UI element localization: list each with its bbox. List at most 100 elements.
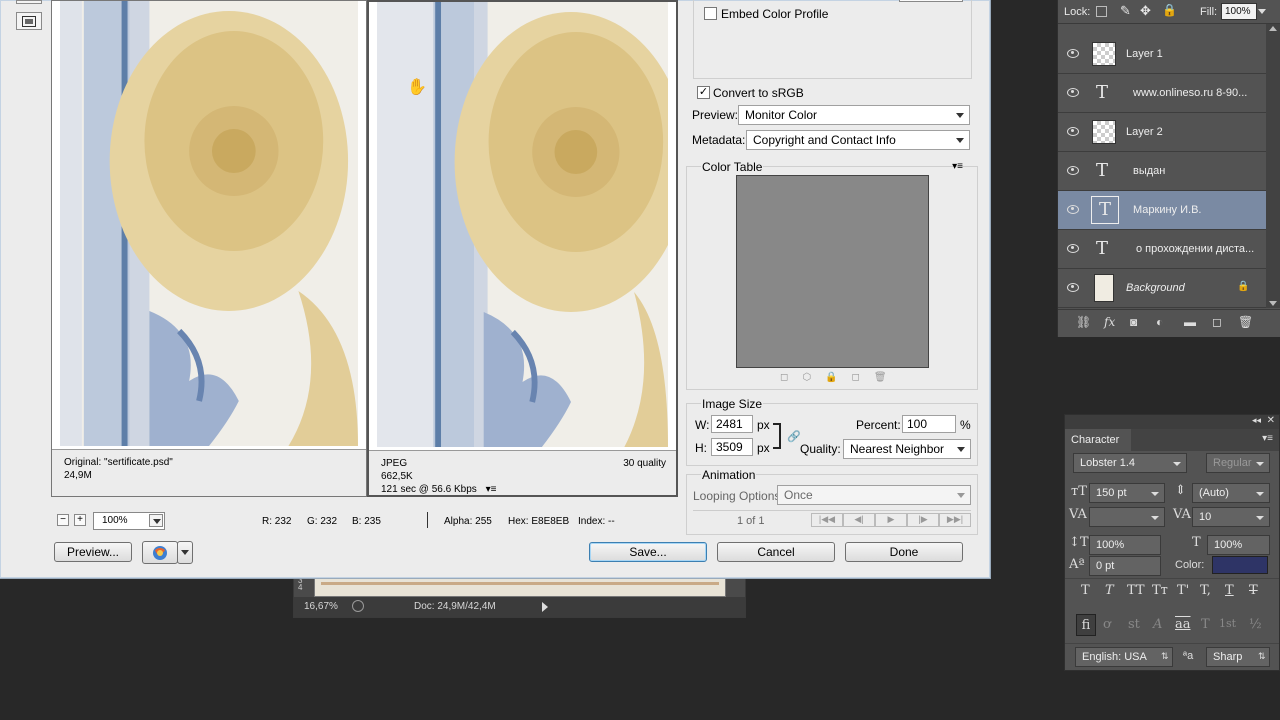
delete-color-icon[interactable]: 🗑 [874, 372, 901, 383]
eye-icon[interactable] [1066, 87, 1080, 97]
link-icon[interactable]: 🔗 [787, 430, 801, 443]
embed-color-profile-checkbox[interactable] [704, 7, 717, 20]
speed-menu-icon[interactable]: ▾≡ [486, 484, 497, 495]
new-layer-icon[interactable]: ◻ [1212, 315, 1222, 329]
convert-srgb-checkbox[interactable]: ✓ [697, 86, 710, 99]
play-button[interactable]: ▶ [875, 513, 907, 527]
language-select[interactable]: English: USA [1075, 647, 1173, 667]
zoom-out-button[interactable]: − [57, 514, 69, 526]
zoom-dropdown-button[interactable] [149, 514, 163, 527]
new-group-icon[interactable]: ▬ [1184, 315, 1196, 329]
optimized-preview-pane[interactable]: ✋ JPEG 662,5K 121 sec @ 56.6 Kbps ▾≡ 30 … [367, 0, 678, 497]
eye-icon[interactable] [1066, 243, 1080, 253]
horizontal-scale-field[interactable]: 100% [1207, 535, 1270, 555]
all-caps-icon[interactable]: TT [1127, 583, 1145, 598]
layer-row[interactable]: Background 🔒 [1058, 269, 1266, 308]
lock-all-icon[interactable]: 🔒 [1162, 3, 1177, 17]
next-frame-button[interactable]: |▶ [907, 513, 939, 527]
font-style-select[interactable]: Regular [1206, 453, 1270, 473]
color-table-menu-icon[interactable]: ▾≡ [952, 161, 963, 172]
eye-icon[interactable] [1066, 48, 1080, 58]
scroll-up-icon[interactable] [1269, 26, 1277, 31]
last-frame-button[interactable]: ▶▶| [939, 513, 971, 527]
lock-position-icon[interactable]: ✥ [1140, 3, 1151, 19]
ligatures-icon[interactable]: fi [1076, 614, 1096, 636]
eye-icon[interactable] [1066, 204, 1080, 214]
text-color-swatch[interactable] [1212, 556, 1268, 574]
kerning-field[interactable] [1089, 507, 1165, 527]
old-style-icon[interactable]: ơ [1103, 617, 1111, 632]
small-caps-icon[interactable]: Tт [1152, 583, 1168, 598]
layer-row-selected[interactable]: T Маркину И.В. [1058, 191, 1266, 230]
strikethrough-icon[interactable]: T [1249, 583, 1258, 598]
lock-pixels-icon[interactable]: ✎ [1120, 3, 1131, 19]
resample-quality-select[interactable]: Nearest Neighbor [843, 439, 971, 459]
browser-preview-button[interactable] [142, 541, 178, 564]
web-snap-icon[interactable]: ⬡ [802, 372, 825, 383]
faux-italic-icon[interactable]: T [1105, 583, 1114, 598]
prev-frame-button[interactable]: ◀| [843, 513, 875, 527]
status-menu-icon[interactable] [352, 600, 364, 612]
fractions-icon[interactable]: ½ [1249, 617, 1262, 632]
height-field[interactable]: 3509 [711, 438, 753, 456]
subscript-icon[interactable]: T, [1200, 583, 1211, 598]
zoom-in-button[interactable]: + [74, 514, 86, 526]
document-zoom[interactable]: 16,67% [304, 601, 338, 612]
done-button[interactable]: Done [845, 542, 963, 562]
width-field[interactable]: 2481 [711, 415, 753, 433]
hand-tool-button[interactable] [16, 0, 42, 4]
browser-dropdown-button[interactable] [177, 541, 193, 564]
layer-row[interactable]: T выдан [1058, 152, 1266, 191]
slice-visibility-button[interactable] [16, 12, 42, 30]
fx-icon[interactable]: fx [1104, 315, 1115, 329]
link-layers-icon[interactable]: ⛓ [1076, 315, 1091, 329]
superscript-icon[interactable]: T' [1177, 583, 1189, 598]
stylistic-alternates-icon[interactable]: aa [1175, 617, 1191, 632]
layer-row[interactable]: Layer 1 [1058, 35, 1266, 74]
cancel-button[interactable]: Cancel [717, 542, 835, 562]
underline-icon[interactable]: T [1225, 583, 1234, 598]
layer-row[interactable]: T о прохождении диста... [1058, 230, 1266, 269]
lock-color-icon[interactable]: 🔒 [825, 372, 851, 383]
add-mask-icon[interactable]: ◙ [1130, 315, 1137, 329]
eye-icon[interactable] [1066, 282, 1080, 292]
metadata-select[interactable]: Copyright and Contact Info [746, 130, 970, 150]
status-arrow-icon[interactable] [542, 602, 548, 612]
font-size-field[interactable]: 150 pt [1089, 483, 1165, 503]
scroll-down-icon[interactable] [1269, 301, 1277, 306]
blur-field[interactable] [899, 0, 963, 2]
original-preview-pane[interactable]: Original: "sertificate.psd" 24,9M [51, 0, 367, 497]
color-table-swatches[interactable] [736, 175, 929, 368]
layer-row[interactable]: T www.onlineso.ru 8-90... [1058, 74, 1266, 113]
fill-field[interactable]: 100% [1221, 3, 1257, 20]
preview-select[interactable]: Monitor Color [738, 105, 970, 125]
adjustment-layer-icon[interactable]: ◐ [1156, 315, 1163, 329]
new-color-icon[interactable]: ◻ [852, 372, 874, 383]
panel-menu-icon[interactable]: ▾≡ [1262, 433, 1273, 444]
vertical-scale-field[interactable]: 100% [1089, 535, 1161, 555]
baseline-shift-field[interactable]: 0 pt [1089, 556, 1161, 576]
eye-icon[interactable] [1066, 126, 1080, 136]
document-canvas[interactable] [314, 577, 726, 597]
collapse-icon[interactable]: ◂◂ [1252, 415, 1261, 426]
swash-icon[interactable]: A [1153, 617, 1162, 632]
optimized-preview-image[interactable]: ✋ [377, 2, 668, 447]
titling-alternates-icon[interactable]: T [1201, 617, 1210, 632]
leading-field[interactable]: (Auto) [1192, 483, 1270, 503]
close-icon[interactable]: ✕ [1267, 415, 1275, 426]
tab-character[interactable]: Character [1065, 429, 1131, 451]
ordinals-icon[interactable]: 1st [1219, 617, 1236, 630]
save-button[interactable]: Save... [589, 542, 707, 562]
percent-field[interactable]: 100 [902, 415, 956, 433]
map-color-icon[interactable]: ◻ [780, 372, 802, 383]
eye-icon[interactable] [1066, 165, 1080, 175]
faux-bold-icon[interactable]: T [1081, 583, 1090, 598]
lock-transparent-icon[interactable] [1096, 6, 1107, 17]
tracking-field[interactable]: 10 [1192, 507, 1270, 527]
delete-layer-icon[interactable]: 🗑 [1238, 315, 1253, 329]
layers-scrollbar[interactable] [1266, 24, 1280, 308]
first-frame-button[interactable]: |◀◀ [811, 513, 843, 527]
layer-row[interactable]: Layer 2 [1058, 113, 1266, 152]
font-family-select[interactable]: Lobster 1.4 [1073, 453, 1187, 473]
looping-select[interactable]: Once [777, 485, 971, 505]
